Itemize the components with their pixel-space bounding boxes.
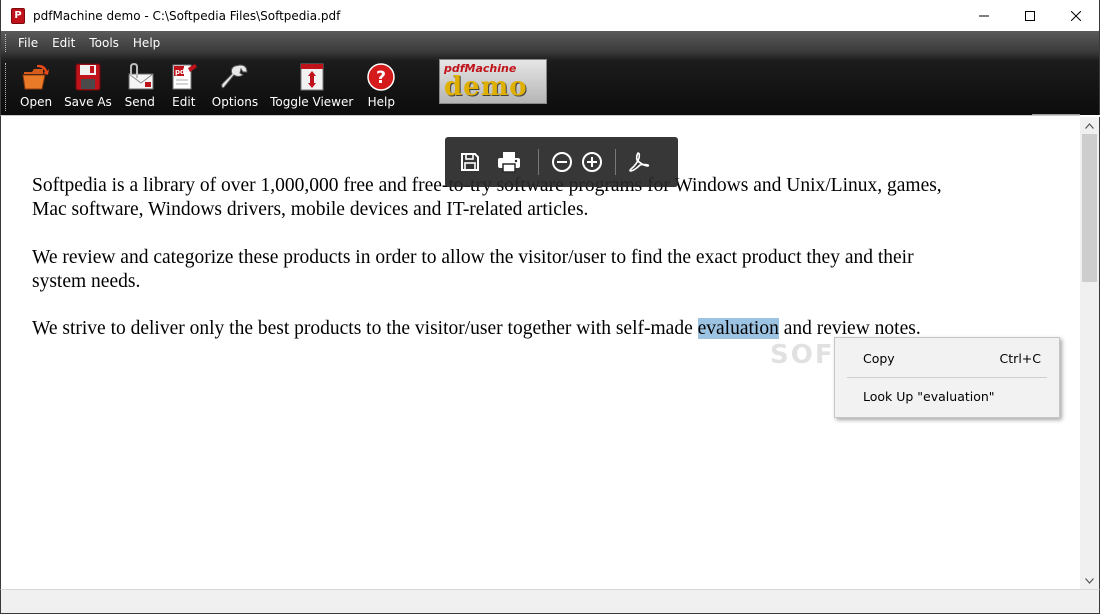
window-title: pdfMachine demo - C:\Softpedia Files\Sof… [33,8,341,23]
options-label: Options [211,95,259,109]
context-look-up[interactable]: Look Up "evaluation" [863,386,995,406]
minimize-button[interactable] [961,0,1007,31]
print-icon [498,152,520,173]
chevron-down-icon [1085,577,1094,584]
maximize-icon [1025,10,1035,21]
zoom-in-icon [582,152,602,172]
paragraph-3-text-before: We strive to deliver only the best produ… [32,318,698,339]
chevron-up-icon [1085,122,1094,129]
viewer-separator-2 [615,149,616,175]
context-copy-shortcut: Ctrl+C [999,350,1041,366]
envelope-paperclip-icon [124,61,156,93]
wrench-icon [219,61,251,93]
command-area: File Edit Tools Help Open Save As Send p… [0,31,1100,115]
paragraph-1-line-2: Mac software, Windows drivers, mobile de… [32,199,589,220]
save-as-label: Save As [64,95,112,109]
send-label: Send [124,95,155,109]
pdf-edit-icon: pdf [168,61,200,93]
context-menu: Copy Ctrl+C Look Up "evaluation" [834,337,1060,418]
acrobat-icon [629,152,650,172]
options-button[interactable]: Options [212,61,258,109]
paragraph-3-text-after: and review notes. [778,318,921,339]
help-button[interactable]: ? Help [365,61,397,109]
svg-text:?: ? [376,68,386,88]
scroll-down-button[interactable] [1080,572,1099,589]
floppy-disk-icon [72,61,104,93]
minimize-icon [979,15,989,16]
scroll-up-button[interactable] [1080,117,1099,134]
viewer-toolbar [445,137,678,187]
zoom-in-button[interactable] [577,147,607,177]
toggle-viewer-button[interactable]: Toggle Viewer [270,61,353,109]
close-button[interactable] [1053,0,1099,31]
selected-word[interactable]: evaluation [697,318,779,339]
main-toolbar: Open Save As Send pdf Edit Options Toggl… [5,61,403,113]
paragraph-3[interactable]: We strive to deliver only the best produ… [32,317,921,341]
open-button[interactable]: Open [20,61,52,109]
zoom-out-icon [552,152,572,172]
zoom-out-button[interactable] [547,147,577,177]
help-circle-icon: ? [365,61,397,93]
paragraph-2-line-1: We review and categorize these products … [32,247,914,268]
scroll-thumb[interactable] [1082,134,1097,282]
status-bar [0,589,1100,614]
help-label: Help [367,95,395,109]
edit-button[interactable]: pdf Edit [168,61,200,109]
menu-tools[interactable]: Tools [89,36,119,50]
menu-bar: File Edit Tools Help [5,31,174,55]
send-button[interactable]: Send [124,61,156,109]
title-bar: P pdfMachine demo - C:\Softpedia Files\S… [0,0,1100,31]
window-controls [961,0,1099,31]
menu-edit[interactable]: Edit [52,36,75,50]
open-in-acrobat-button[interactable] [624,147,654,177]
toolbar-grip[interactable] [5,63,8,111]
menu-file[interactable]: File [18,36,38,50]
viewer-print-button[interactable] [494,147,524,177]
paragraph-2-line-2: system needs. [32,271,141,292]
demo-logo-text: demo [444,72,528,102]
svg-text:pdf: pdf [175,68,189,76]
demo-logo[interactable]: pdfMachine demo [439,59,547,104]
viewer-save-button[interactable] [455,147,485,177]
app-icon[interactable]: P [11,7,25,24]
save-icon [461,153,479,171]
context-separator [847,377,1047,378]
menu-grip[interactable] [5,34,8,52]
menu-help[interactable]: Help [133,36,160,50]
save-as-button[interactable]: Save As [64,61,112,109]
vertical-scrollbar[interactable] [1080,117,1100,589]
close-icon [1071,10,1081,21]
maximize-button[interactable] [1007,0,1053,31]
context-copy[interactable]: Copy [863,348,895,368]
viewer-separator-1 [538,149,539,175]
toggle-viewer-icon [296,61,328,93]
open-folder-icon [20,61,52,93]
edit-label: Edit [172,95,196,109]
toggle-viewer-label: Toggle Viewer [270,95,354,109]
open-label: Open [20,95,53,109]
paragraph-2[interactable]: We review and categorize these products … [32,246,914,294]
